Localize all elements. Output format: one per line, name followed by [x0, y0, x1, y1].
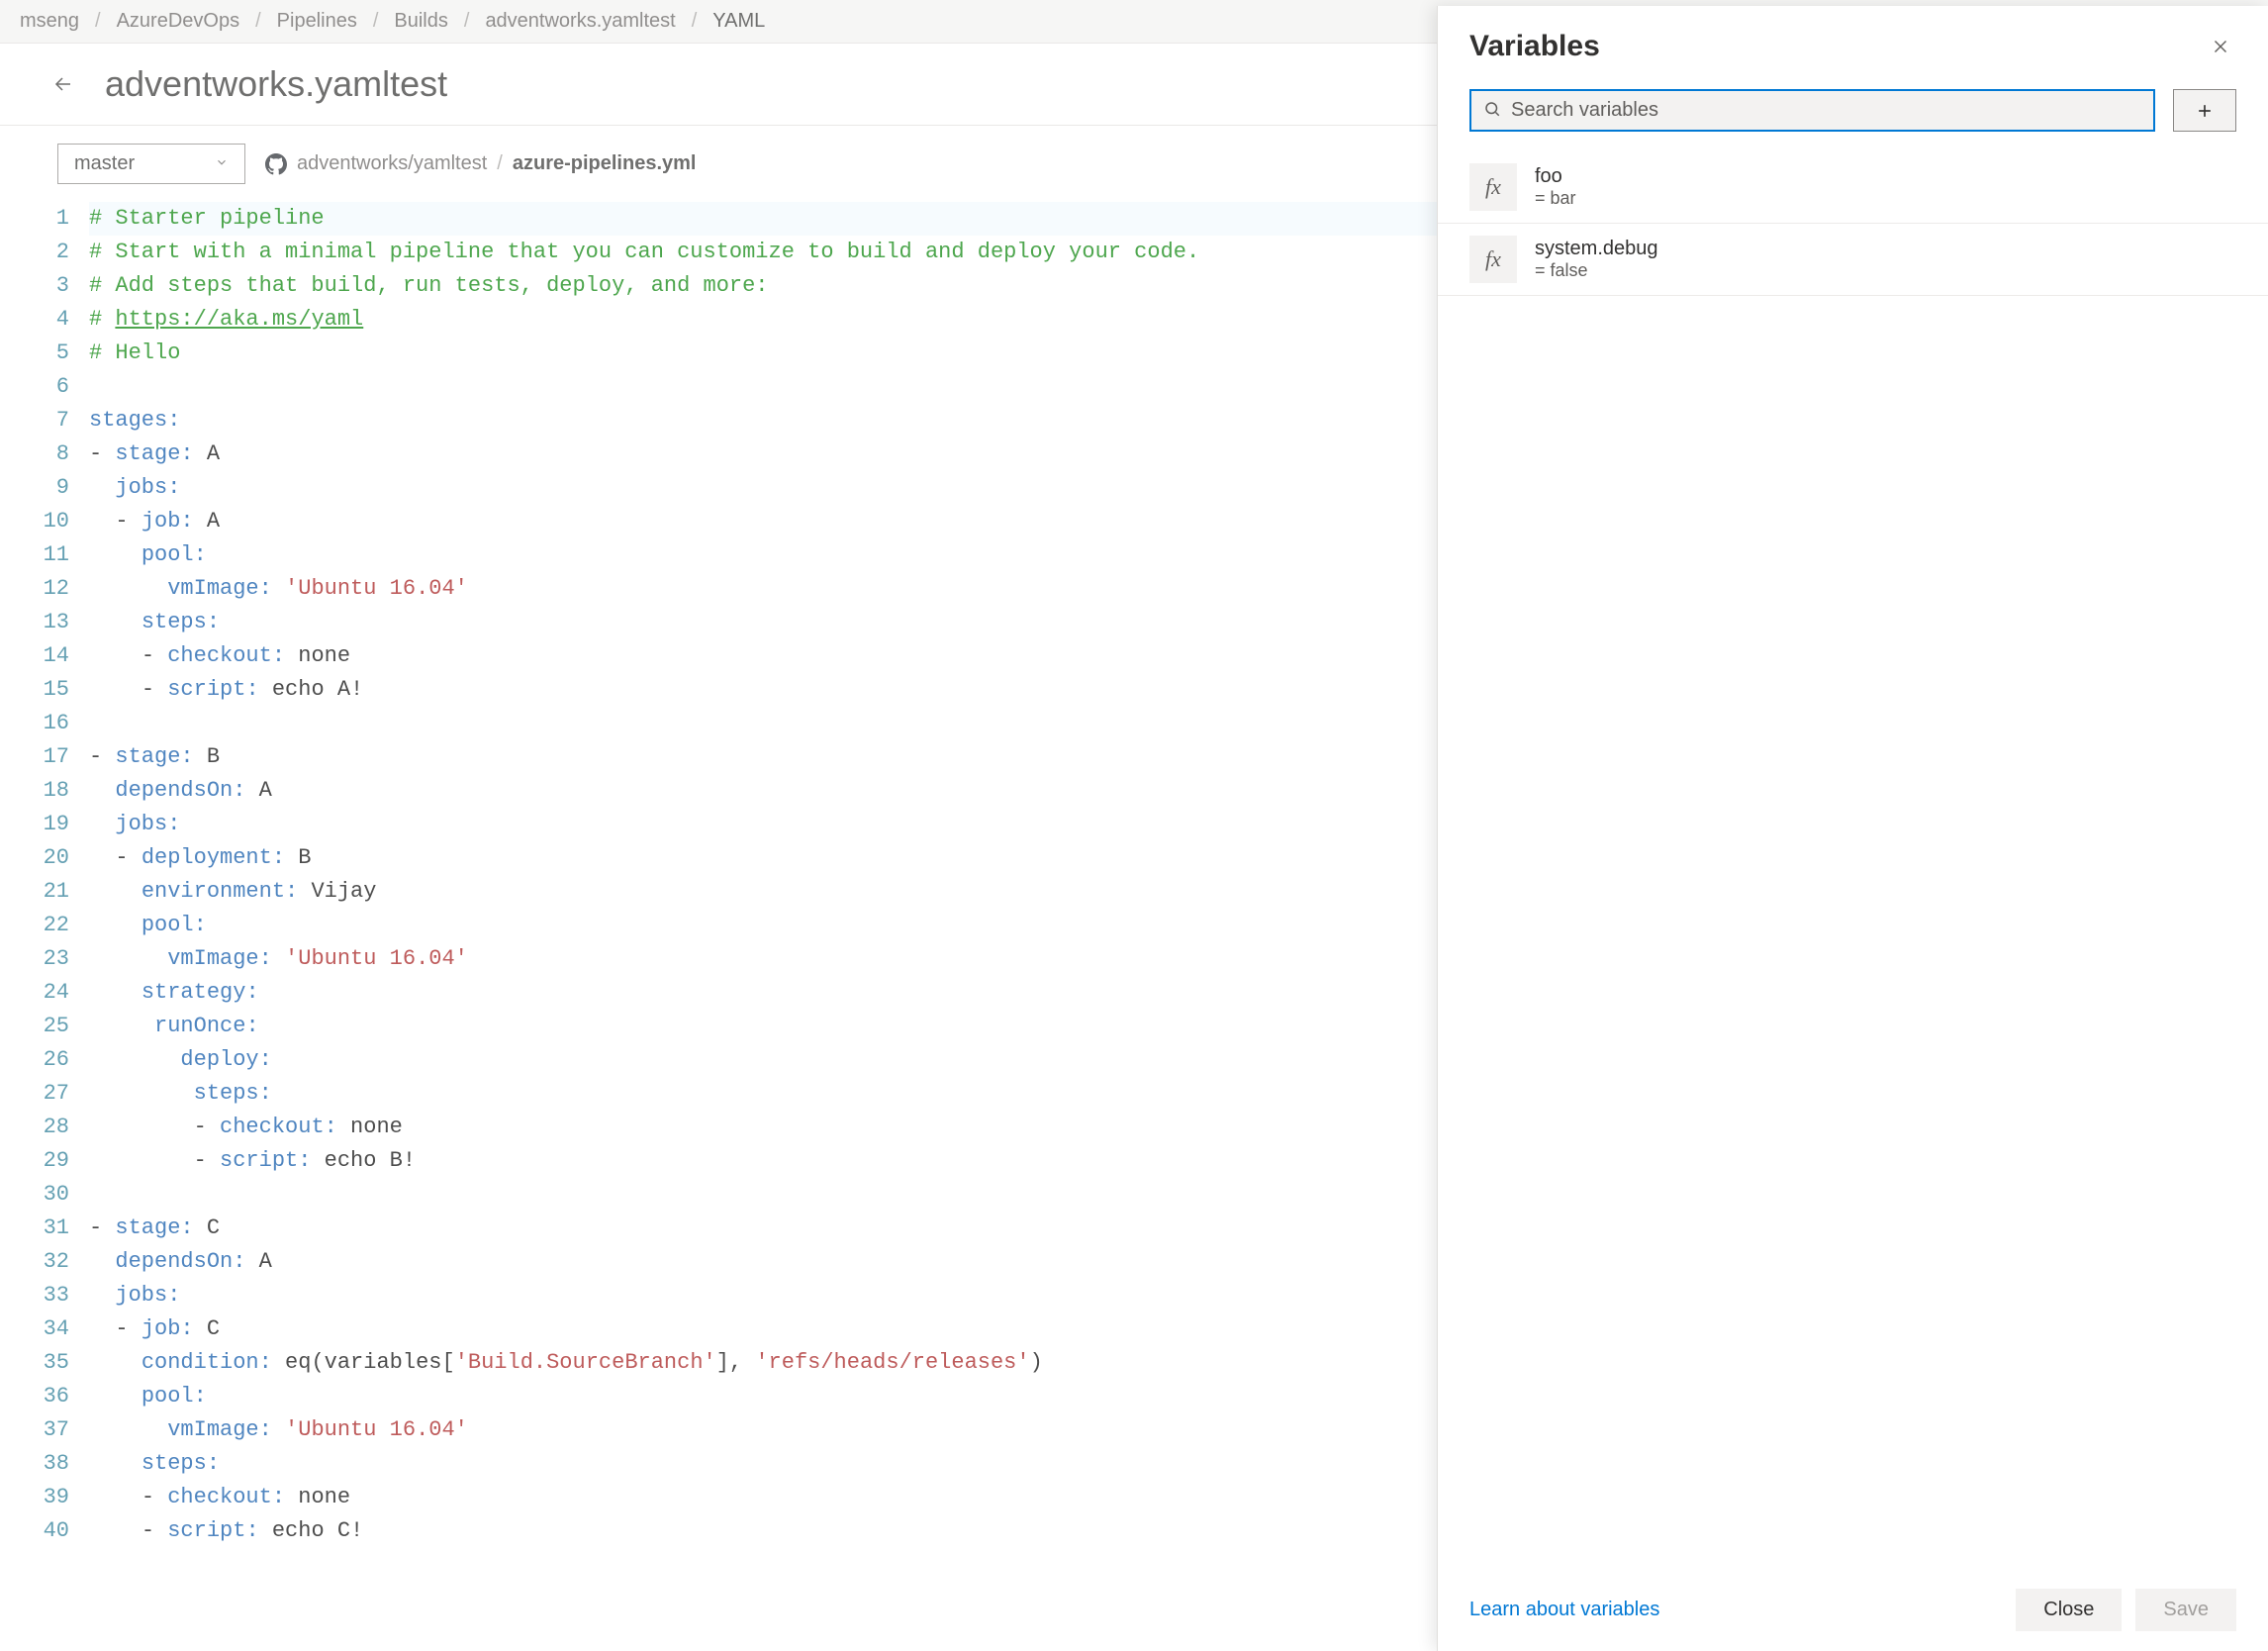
- breadcrumb-separator: /: [95, 10, 101, 33]
- variable-value: = bar: [1535, 188, 1576, 209]
- variable-value: = false: [1535, 260, 1658, 281]
- breadcrumb-item[interactable]: adventworks.yamltest: [485, 10, 675, 33]
- github-icon: [265, 153, 287, 175]
- repo-path: adventworks/yamltest / azure-pipelines.y…: [265, 152, 696, 175]
- chevron-down-icon: [215, 155, 229, 172]
- search-input[interactable]: [1511, 99, 2141, 122]
- breadcrumb-item[interactable]: mseng: [20, 10, 79, 33]
- back-arrow-icon[interactable]: [49, 70, 77, 98]
- fx-icon: fx: [1469, 236, 1517, 283]
- breadcrumb-item[interactable]: YAML: [712, 10, 765, 33]
- search-icon: [1483, 100, 1501, 121]
- breadcrumb-item[interactable]: AzureDevOps: [117, 10, 240, 33]
- search-input-container[interactable]: [1469, 89, 2155, 132]
- save-button[interactable]: Save: [2135, 1589, 2236, 1631]
- line-gutter: 1234567891011121314151617181920212223242…: [30, 202, 89, 1548]
- branch-label: master: [74, 152, 135, 175]
- breadcrumb-separator: /: [464, 10, 470, 33]
- breadcrumb-separator: /: [373, 10, 379, 33]
- variable-item[interactable]: fx system.debug= false: [1438, 224, 2268, 296]
- variable-name: foo: [1535, 165, 1576, 188]
- close-icon[interactable]: [2205, 31, 2236, 62]
- path-separator: /: [497, 152, 503, 175]
- panel-title: Variables: [1469, 30, 1600, 63]
- add-variable-button[interactable]: [2173, 89, 2236, 132]
- variables-panel: Variables fxfoo= barfxsystem.debug= fals…: [1437, 6, 2268, 1651]
- branch-select[interactable]: master: [57, 144, 245, 184]
- fx-icon: fx: [1469, 163, 1517, 211]
- breadcrumb-item[interactable]: Pipelines: [277, 10, 357, 33]
- breadcrumb-separator: /: [255, 10, 261, 33]
- variable-name: system.debug: [1535, 238, 1658, 260]
- breadcrumb-item[interactable]: Builds: [394, 10, 447, 33]
- learn-link[interactable]: Learn about variables: [1469, 1599, 1659, 1621]
- close-button[interactable]: Close: [2016, 1589, 2122, 1631]
- repo-name[interactable]: adventworks/yamltest: [297, 152, 487, 175]
- page-title: adventworks.yamltest: [105, 63, 447, 105]
- file-name: azure-pipelines.yml: [513, 152, 697, 175]
- breadcrumb-separator: /: [692, 10, 698, 33]
- variables-list: fxfoo= barfxsystem.debug= false: [1438, 151, 2268, 1569]
- variable-item[interactable]: fxfoo= bar: [1438, 151, 2268, 224]
